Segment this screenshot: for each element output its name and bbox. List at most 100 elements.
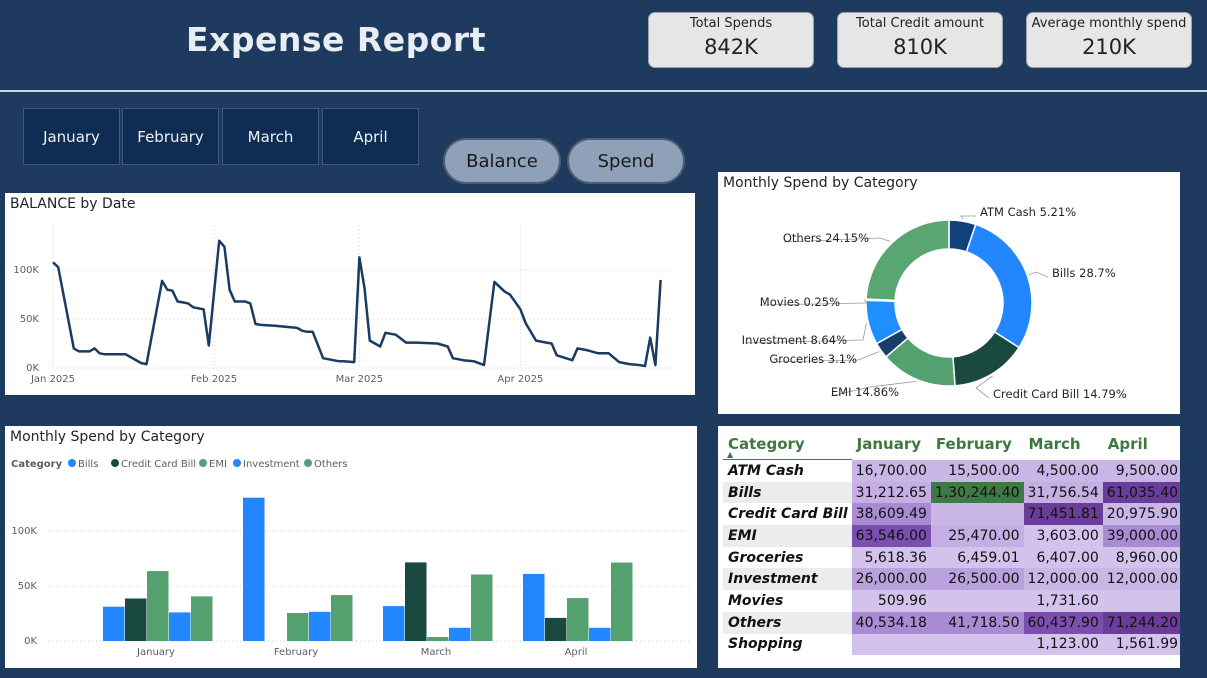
matrix-value-cell: 60,437.90 (1023, 611, 1103, 634)
bar-legend-marker[interactable] (233, 459, 241, 467)
matrix-value-cell: 26,500.00 (930, 568, 1024, 591)
donut-chart-title: Monthly Spend by Category (723, 175, 918, 191)
bar (103, 606, 125, 641)
balance-y-tick: 100K (13, 265, 39, 276)
bar (427, 637, 449, 641)
kpi-total-credit: Total Credit amount 810K (837, 12, 1003, 68)
matrix-category-cell: Others (723, 611, 852, 634)
matrix-value-cell: 39,000.00 (1102, 525, 1180, 547)
slicer-february[interactable]: February (122, 108, 219, 165)
bar-legend-label[interactable]: Investment (243, 459, 300, 470)
donut-slice-label: Others 24.15% (783, 231, 869, 245)
bar (471, 574, 493, 641)
matrix-value-cell: 20,975.90 (1102, 503, 1180, 526)
donut-leader-line (960, 215, 976, 220)
matrix-row: EMI 63,546.00 25,470.00 3,603.00 39,000.00 (723, 525, 1180, 547)
spend-button[interactable]: Spend (567, 138, 685, 184)
matrix-value-cell: 71,451.81 (1023, 503, 1103, 526)
matrix-category-cell: Credit Card Bill (728, 506, 848, 523)
bar-legend-title: Category (11, 459, 63, 470)
matrix-value-cell: 5,618.36 (851, 546, 931, 569)
bar-legend-label[interactable]: EMI (209, 459, 227, 470)
matrix-header-row: Category ▲ January February March April (723, 429, 1180, 460)
balance-x-tick: Mar 2025 (336, 374, 384, 385)
matrix-row: Investment 26,000.00 26,500.00 12,000.00 12,… (723, 568, 1180, 591)
bar-chart-title: Monthly Spend by Category (10, 429, 205, 445)
kpi-label: Average monthly spend (1031, 16, 1187, 31)
bar-x-tick: January (136, 647, 175, 658)
matrix-category-cell: EMI (723, 525, 852, 547)
bar-y-tick: 0K (24, 636, 37, 647)
bar (545, 617, 567, 641)
donut-slice-label: EMI 14.86% (831, 385, 899, 399)
balance-x-tick: Apr 2025 (497, 374, 543, 385)
bar (309, 611, 331, 641)
matrix-value-cell: 1,123.00 (1023, 633, 1103, 656)
bar (611, 562, 633, 641)
matrix-value-cell: 6,407.00 (1023, 546, 1103, 569)
kpi-value: 210K (1082, 35, 1136, 59)
matrix-value-cell (930, 590, 1024, 612)
bar-x-tick: February (274, 647, 318, 658)
balance-x-tick: Feb 2025 (191, 374, 237, 385)
donut-slice (865, 219, 950, 302)
category-matrix-panel: Category ▲ January February March April … (718, 426, 1180, 668)
bar-legend-label[interactable]: Others (314, 459, 348, 470)
kpi-average-monthly: Average monthly spend 210K (1026, 12, 1192, 68)
bar-legend-marker[interactable] (304, 459, 312, 467)
kpi-total-spends: Total Spends 842K (648, 12, 814, 68)
matrix-value-cell: 16,700.00 (851, 459, 931, 482)
bar (125, 598, 147, 641)
bar-legend-label[interactable]: Credit Card Bill (121, 459, 196, 470)
matrix-value-cell: 31,212.65 (851, 481, 931, 504)
matrix-value-cell: 1,561.99 (1102, 633, 1180, 656)
kpi-label: Total Spends (689, 16, 773, 31)
donut-slice-label: Credit Card Bill 14.79% (993, 387, 1127, 401)
bar-legend-marker[interactable] (111, 459, 119, 467)
balance-x-tick: Jan 2025 (30, 374, 75, 385)
slicer-january[interactable]: January (23, 108, 120, 165)
matrix-value-cell (851, 633, 931, 656)
kpi-value: 810K (893, 35, 947, 59)
matrix-header-april[interactable]: April (1103, 429, 1180, 460)
matrix-value-cell: 8,960.00 (1102, 546, 1180, 569)
donut-chart-panel: Monthly Spend by Category ATM Cash 5.21%… (718, 172, 1180, 414)
matrix-category-cell: Shopping (728, 636, 803, 653)
matrix-value-cell: 63,546.00 (851, 525, 931, 547)
matrix-value-cell: 9,500.00 (1102, 459, 1180, 482)
slicer-march[interactable]: March (222, 108, 319, 165)
matrix-value-cell: 25,470.00 (930, 525, 1024, 547)
bar-x-tick: March (421, 647, 451, 658)
matrix-row: Bills 31,212.65 1,30,244.40 31,756.54 61,035… (723, 481, 1180, 504)
matrix-value-cell: 40,534.18 (851, 611, 931, 634)
page-title: Expense Report (186, 20, 486, 59)
category-matrix: Category ▲ January February March April … (723, 429, 1180, 656)
matrix-row: Others 40,534.18 41,718.50 60,437.90 71,244.… (723, 611, 1180, 634)
balance-button[interactable]: Balance (443, 138, 561, 184)
bar-x-tick: April (565, 647, 588, 658)
matrix-row: Shopping 1,123.00 1,561.99 (723, 633, 1180, 656)
bar (169, 612, 191, 641)
matrix-row: Movies 509.96 1,731.60 (723, 590, 1180, 612)
balance-y-tick: 0K (26, 363, 39, 374)
bar-legend-marker[interactable] (68, 459, 76, 467)
matrix-value-cell: 26,000.00 (851, 568, 931, 591)
matrix-row: Credit Card Bill 38,609.49 71,451.81 20,975… (723, 503, 1180, 526)
bar-legend-marker[interactable] (199, 459, 207, 467)
bar-y-tick: 50K (18, 581, 38, 592)
donut-slice (965, 223, 1033, 349)
matrix-row: ATM Cash 16,700.00 15,500.00 4,500.00 9,500.… (723, 459, 1180, 482)
matrix-value-cell: 31,756.54 (1023, 481, 1103, 504)
matrix-value-cell: 41,718.50 (930, 611, 1024, 634)
matrix-header-february[interactable]: February (931, 429, 1024, 460)
matrix-header-march[interactable]: March (1024, 429, 1103, 460)
slicer-april[interactable]: April (322, 108, 419, 165)
matrix-category-cell: Bills (723, 481, 852, 504)
balance-line-chart: 0K 50K 100K Jan 2025 Feb 2025 Mar 2025 Apr 202… (13, 225, 671, 385)
matrix-header-january[interactable]: January (852, 429, 931, 460)
matrix-value-cell: 4,500.00 (1023, 459, 1103, 482)
bar-legend-label[interactable]: Bills (78, 459, 98, 470)
matrix-header-category[interactable]: Category ▲ (723, 429, 852, 460)
matrix-category-cell: Movies (728, 592, 784, 609)
bar (567, 598, 589, 641)
